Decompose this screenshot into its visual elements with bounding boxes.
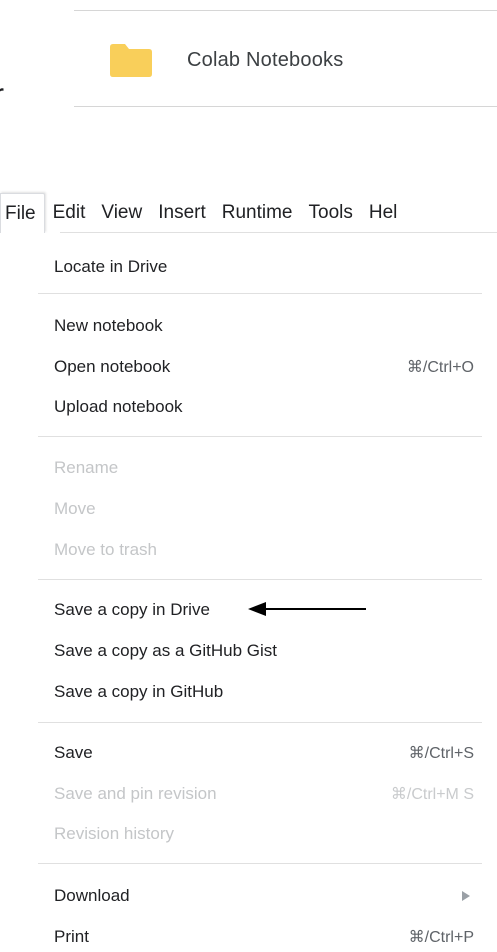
menu-divider (38, 436, 482, 437)
menu-item-download[interactable]: Download (54, 881, 474, 911)
menu-divider (38, 863, 482, 864)
menu-item-save-copy-in-github[interactable]: Save a copy in GitHub (54, 677, 474, 707)
menu-edit[interactable]: Edit (45, 193, 94, 233)
shortcut-open-notebook: ⌘/Ctrl+O (406, 359, 474, 376)
menu-bar: File Edit View Insert Runtime Tools Hel (0, 193, 497, 233)
annotation-arrow-icon (248, 602, 366, 616)
shortcut-save: ⌘/Ctrl+S (408, 745, 474, 762)
menu-item-upload-notebook[interactable]: Upload notebook (54, 392, 474, 422)
menu-divider (38, 722, 482, 723)
menu-item-label: Upload notebook (54, 397, 183, 416)
folder-bottom-divider (74, 106, 497, 107)
menu-item-label: New notebook (54, 316, 163, 335)
menu-item-revision-history: Revision history (54, 819, 474, 849)
folder-icon (110, 44, 152, 77)
file-menu-dropdown: Locate in Drive New notebook Open notebo… (0, 233, 482, 952)
menu-item-print[interactable]: Print ⌘/Ctrl+P (54, 922, 474, 952)
menu-item-open-notebook[interactable]: Open notebook ⌘/Ctrl+O (54, 352, 474, 382)
menu-item-label: Revision history (54, 824, 174, 843)
menu-item-label: Download (54, 886, 130, 905)
menu-item-move-to-trash: Move to trash (54, 535, 474, 565)
menu-item-locate-in-drive[interactable]: Locate in Drive (54, 252, 474, 282)
menu-item-label: Save and pin revision (54, 784, 217, 803)
menu-item-move: Move (54, 494, 474, 524)
menu-divider (38, 293, 482, 294)
menu-item-new-notebook[interactable]: New notebook (54, 311, 474, 341)
menu-item-label: Save a copy in GitHub (54, 682, 224, 701)
menu-view[interactable]: View (93, 193, 150, 233)
menu-item-label: Save a copy as a GitHub Gist (54, 641, 277, 660)
menu-item-rename: Rename (54, 453, 474, 483)
submenu-arrow-icon (462, 891, 470, 901)
menu-help[interactable]: Hel (361, 193, 406, 233)
menu-item-label: Save a copy in Drive (54, 600, 210, 619)
menu-item-save-and-pin-revision: Save and pin revision ⌘/Ctrl+M S (54, 779, 474, 809)
menu-item-label: Move to trash (54, 540, 157, 559)
folder-name: Colab Notebooks (187, 48, 344, 71)
menu-item-save-copy-github-gist[interactable]: Save a copy as a GitHub Gist (54, 636, 474, 666)
folder-top-divider (74, 10, 497, 11)
menu-insert[interactable]: Insert (150, 193, 214, 233)
menu-divider (38, 579, 482, 580)
menu-item-save[interactable]: Save ⌘/Ctrl+S (54, 738, 474, 768)
menu-item-label: Open notebook (54, 357, 171, 376)
menu-item-label: Locate in Drive (54, 257, 168, 276)
menu-file[interactable]: File (0, 193, 45, 233)
menu-tools[interactable]: Tools (301, 193, 361, 233)
menu-item-label: Print (54, 927, 89, 946)
shortcut-save-and-pin: ⌘/Ctrl+M S (390, 786, 474, 803)
menu-item-label: Save (54, 743, 93, 762)
shortcut-print: ⌘/Ctrl+P (408, 929, 474, 946)
colab-file-menu-screenshot: Colab Notebooks r File Edit View Insert … (0, 0, 497, 952)
menu-item-label: Move (54, 499, 96, 518)
menu-item-label: Rename (54, 458, 119, 477)
cropped-text-fragment: r (0, 78, 4, 112)
drive-folder-row[interactable]: Colab Notebooks (110, 43, 343, 77)
menu-runtime[interactable]: Runtime (214, 193, 301, 233)
